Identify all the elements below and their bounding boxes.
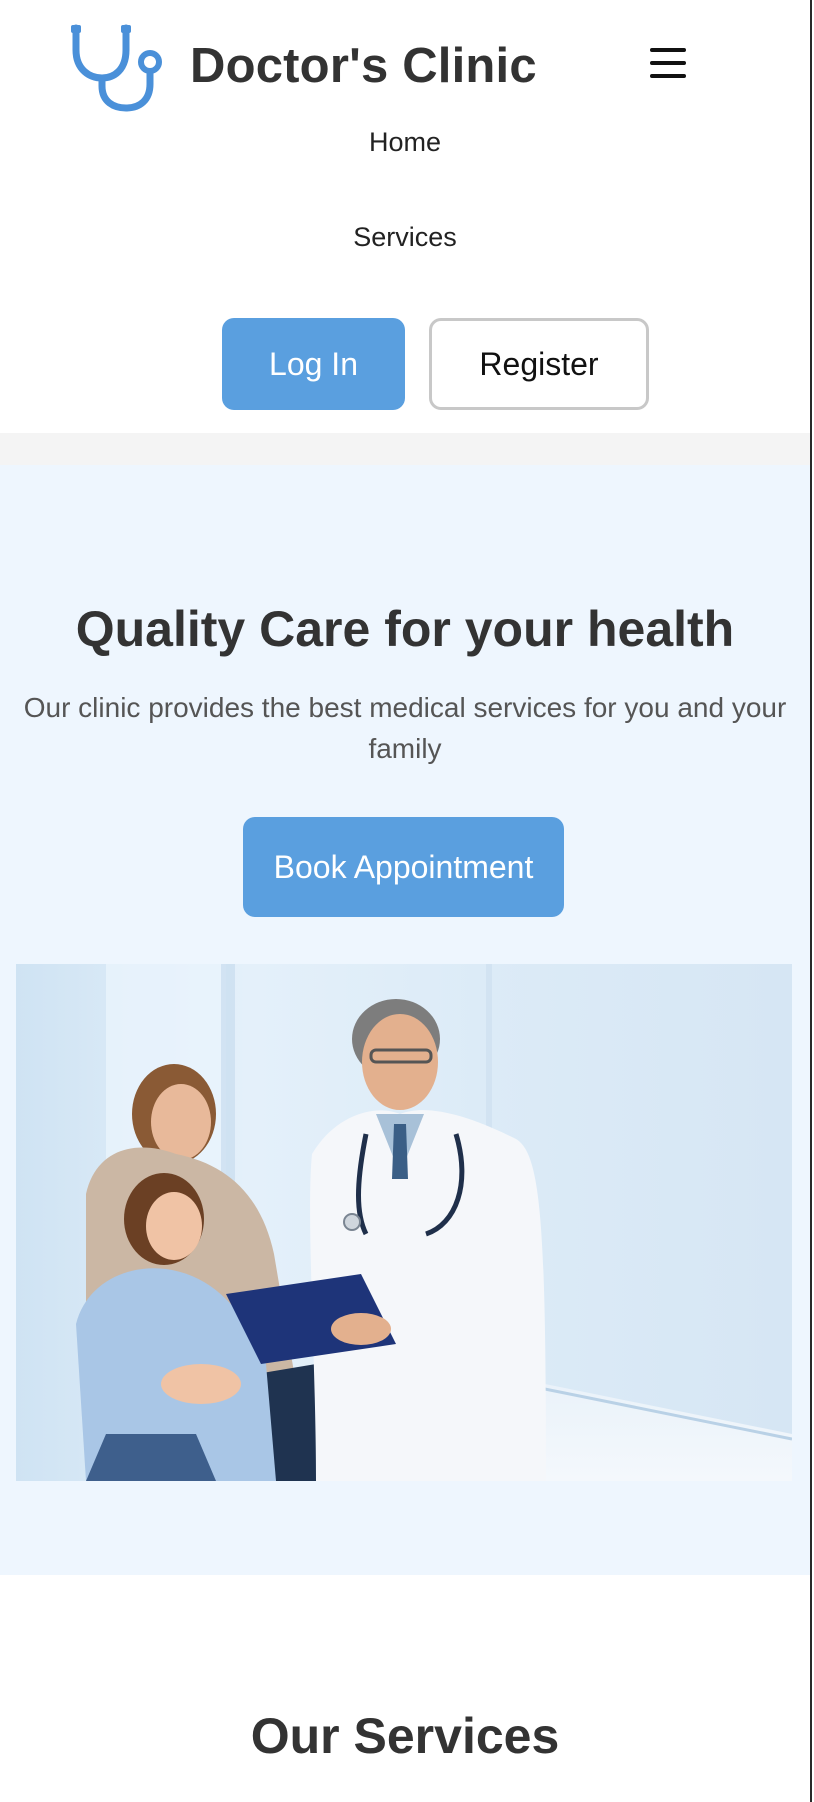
window-edge — [810, 0, 814, 1802]
hero-title: Quality Care for your health — [75, 601, 735, 657]
page: Doctor's Clinic Home Services Log In Reg… — [0, 0, 810, 1802]
hamburger-menu-icon[interactable] — [645, 44, 691, 84]
hero-subtitle: Our clinic provides the best medical ser… — [23, 692, 787, 764]
services-title: Our Services — [250, 1708, 560, 1764]
hero-photo — [16, 964, 792, 1481]
nav-link-services[interactable]: Services — [0, 222, 810, 253]
book-appointment-button[interactable]: Book Appointment — [243, 817, 564, 917]
services-section: Our Services — [0, 1575, 810, 1802]
site-header: Doctor's Clinic Home Services Log In Reg… — [0, 0, 810, 433]
nav-link-home[interactable]: Home — [0, 127, 810, 158]
hero-section: Quality Care for your health Our clinic … — [0, 465, 810, 1575]
register-button[interactable]: Register — [429, 318, 649, 410]
section-divider — [0, 433, 810, 465]
stethoscope-icon[interactable] — [70, 22, 164, 112]
site-title[interactable]: Doctor's Clinic — [190, 38, 537, 94]
login-button[interactable]: Log In — [222, 318, 405, 410]
